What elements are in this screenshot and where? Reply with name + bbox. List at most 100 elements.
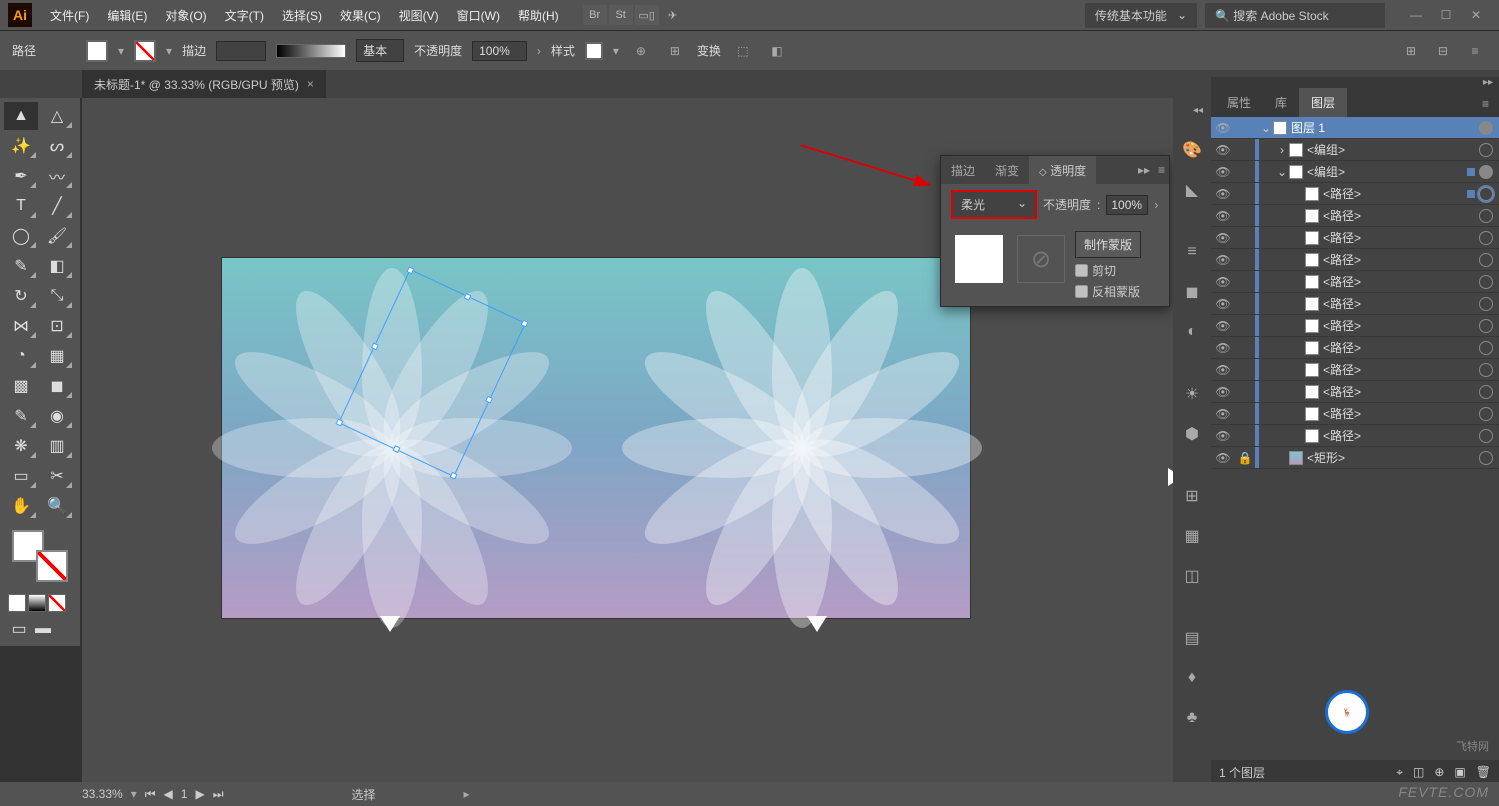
fill-swatch[interactable] — [86, 40, 108, 62]
maximize-button[interactable]: ☐ — [1431, 5, 1461, 25]
visibility-icon[interactable]: 👁 — [1211, 363, 1235, 377]
new-sublayer-icon[interactable]: ⊕ — [1434, 765, 1444, 779]
layer-row[interactable]: 👁 <路径> — [1211, 205, 1499, 227]
tab-libraries[interactable]: 库 — [1263, 88, 1299, 117]
color-mode-solid[interactable] — [8, 594, 26, 612]
menu-select[interactable]: 选择(S) — [274, 3, 330, 28]
target-icon[interactable] — [1479, 297, 1493, 311]
new-layer-icon[interactable]: ▣ — [1454, 765, 1465, 779]
layer-row[interactable]: 👁 › <编组> — [1211, 139, 1499, 161]
nav-prev-icon[interactable]: ◀ — [164, 787, 173, 801]
transparency-panel-icon[interactable]: ◐ — [1179, 319, 1205, 345]
close-tab-icon[interactable]: × — [307, 77, 314, 91]
pen-tool[interactable]: ✒ — [4, 162, 38, 190]
type-tool[interactable]: T — [4, 192, 38, 220]
target-icon[interactable] — [1479, 385, 1493, 399]
lasso-tool[interactable]: ᔕ — [40, 132, 74, 160]
nav-first-icon[interactable]: ⏮ — [145, 787, 156, 802]
menu-window[interactable]: 窗口(W) — [449, 3, 508, 28]
stroke-swatch[interactable] — [134, 40, 156, 62]
color-panel-icon[interactable]: 🎨 — [1179, 137, 1205, 163]
ellipse-tool[interactable]: ◯ — [4, 222, 38, 250]
layer-row[interactable]: 👁 <路径> — [1211, 403, 1499, 425]
target-icon[interactable] — [1479, 165, 1493, 179]
symbols-panel-icon[interactable]: ♦ — [1179, 665, 1205, 691]
target-icon[interactable] — [1479, 407, 1493, 421]
blend-mode-dropdown[interactable]: 柔光⌄ — [951, 190, 1037, 219]
target-icon[interactable] — [1479, 319, 1493, 333]
visibility-icon[interactable]: 👁 — [1211, 319, 1235, 333]
recolor-icon[interactable]: ⊕ — [629, 39, 653, 63]
menu-help[interactable]: 帮助(H) — [510, 3, 567, 28]
screen-mode-full[interactable]: ▬ — [32, 618, 54, 640]
layer-row[interactable]: 👁 <路径> — [1211, 293, 1499, 315]
menu-view[interactable]: 视图(V) — [391, 3, 447, 28]
mesh-tool[interactable]: ▩ — [4, 372, 38, 400]
snap-icon[interactable]: ⊟ — [1431, 39, 1455, 63]
layer-row[interactable]: 👁 ⌄ <编组> — [1211, 161, 1499, 183]
layer-row[interactable]: 👁 <路径> — [1211, 271, 1499, 293]
transform-label[interactable]: 变换 — [697, 42, 721, 59]
zoom-level[interactable]: 33.33% — [82, 787, 123, 801]
stroke-weight-input[interactable] — [216, 41, 266, 61]
line-tool[interactable]: ╱ — [40, 192, 74, 220]
target-icon[interactable] — [1479, 187, 1493, 201]
visibility-icon[interactable]: 👁 — [1211, 385, 1235, 399]
visibility-icon[interactable]: 👁 — [1211, 341, 1235, 355]
rotate-tool[interactable]: ↻ — [4, 282, 38, 310]
profile-dropdown[interactable]: 基本 — [356, 39, 404, 62]
align-icon[interactable]: ⊞ — [663, 39, 687, 63]
appearance-panel-icon[interactable]: ☀ — [1179, 381, 1205, 407]
transform-panel-icon[interactable]: ▦ — [1179, 523, 1205, 549]
gradient-panel-icon[interactable]: ◼ — [1179, 279, 1205, 305]
eyedropper-tool[interactable]: ✎ — [4, 402, 38, 430]
bridge-icon[interactable]: Br — [583, 5, 607, 25]
color-mode-gradient[interactable] — [28, 594, 46, 612]
artboard-tool[interactable]: ▭ — [4, 462, 38, 490]
visibility-icon[interactable]: 👁 — [1211, 231, 1235, 245]
visibility-icon[interactable]: 👁 — [1211, 121, 1235, 135]
selection-tool[interactable]: ▲ — [4, 102, 38, 130]
gradient-tool[interactable]: ◼ — [40, 372, 74, 400]
status-arrow-icon[interactable]: ▸ — [464, 787, 470, 801]
profile-gradient[interactable] — [276, 44, 346, 58]
layer-row[interactable]: 👁 🔒 <矩形> — [1211, 447, 1499, 469]
target-icon[interactable] — [1479, 121, 1493, 135]
target-icon[interactable] — [1479, 429, 1493, 443]
delete-layer-icon[interactable]: 🗑 — [1476, 765, 1491, 779]
menu-file[interactable]: 文件(F) — [42, 3, 97, 28]
target-icon[interactable] — [1479, 209, 1493, 223]
menu-effect[interactable]: 效果(C) — [332, 3, 389, 28]
tab-stroke[interactable]: 描边 — [941, 156, 985, 185]
tab-gradient[interactable]: 渐变 — [985, 156, 1029, 185]
graphic-styles-icon[interactable]: ⬢ — [1179, 421, 1205, 447]
paintbrush-tool[interactable]: 🖌 — [40, 222, 74, 250]
scale-tool[interactable]: ⤡ — [40, 282, 74, 310]
document-tab[interactable]: 未标题-1* @ 33.33% (RGB/GPU 预览) × — [82, 70, 326, 99]
direct-selection-tool[interactable]: △ — [40, 102, 74, 130]
blend-tool[interactable]: ◉ — [40, 402, 74, 430]
target-icon[interactable] — [1479, 363, 1493, 377]
curvature-tool[interactable]: 〰 — [40, 162, 74, 190]
color-mode-none[interactable] — [48, 594, 66, 612]
layers-list[interactable]: 👁 ⌄ 图层 1 👁 › <编组> 👁 ⌄ <编组> 👁 <路径> 👁 <路径>… — [1211, 117, 1499, 760]
minimize-button[interactable]: — — [1401, 5, 1431, 25]
expand-icon[interactable]: ⌄ — [1275, 165, 1289, 179]
panel-menu-icon[interactable]: ≡ — [1154, 159, 1169, 181]
layer-row[interactable]: 👁 ⌄ 图层 1 — [1211, 117, 1499, 139]
graph-tool[interactable]: ▥ — [40, 432, 74, 460]
visibility-icon[interactable]: 👁 — [1211, 143, 1235, 157]
visibility-icon[interactable]: 👁 — [1211, 429, 1235, 443]
visibility-icon[interactable]: 👁 — [1211, 253, 1235, 267]
style-swatch[interactable] — [585, 42, 603, 60]
brushes-panel-icon[interactable]: ▤ — [1179, 625, 1205, 651]
close-button[interactable]: ✕ — [1461, 5, 1491, 25]
target-icon[interactable] — [1479, 143, 1493, 157]
layer-row[interactable]: 👁 <路径> — [1211, 249, 1499, 271]
menu-object[interactable]: 对象(O) — [157, 3, 214, 28]
tab-transparency[interactable]: ◇ 透明度 — [1029, 156, 1096, 185]
collapse-strip-icon[interactable]: ◂◂ — [1185, 97, 1211, 123]
isolate-icon[interactable]: ◧ — [765, 39, 789, 63]
nav-last-icon[interactable]: ⏭ — [213, 787, 224, 802]
target-icon[interactable] — [1479, 253, 1493, 267]
